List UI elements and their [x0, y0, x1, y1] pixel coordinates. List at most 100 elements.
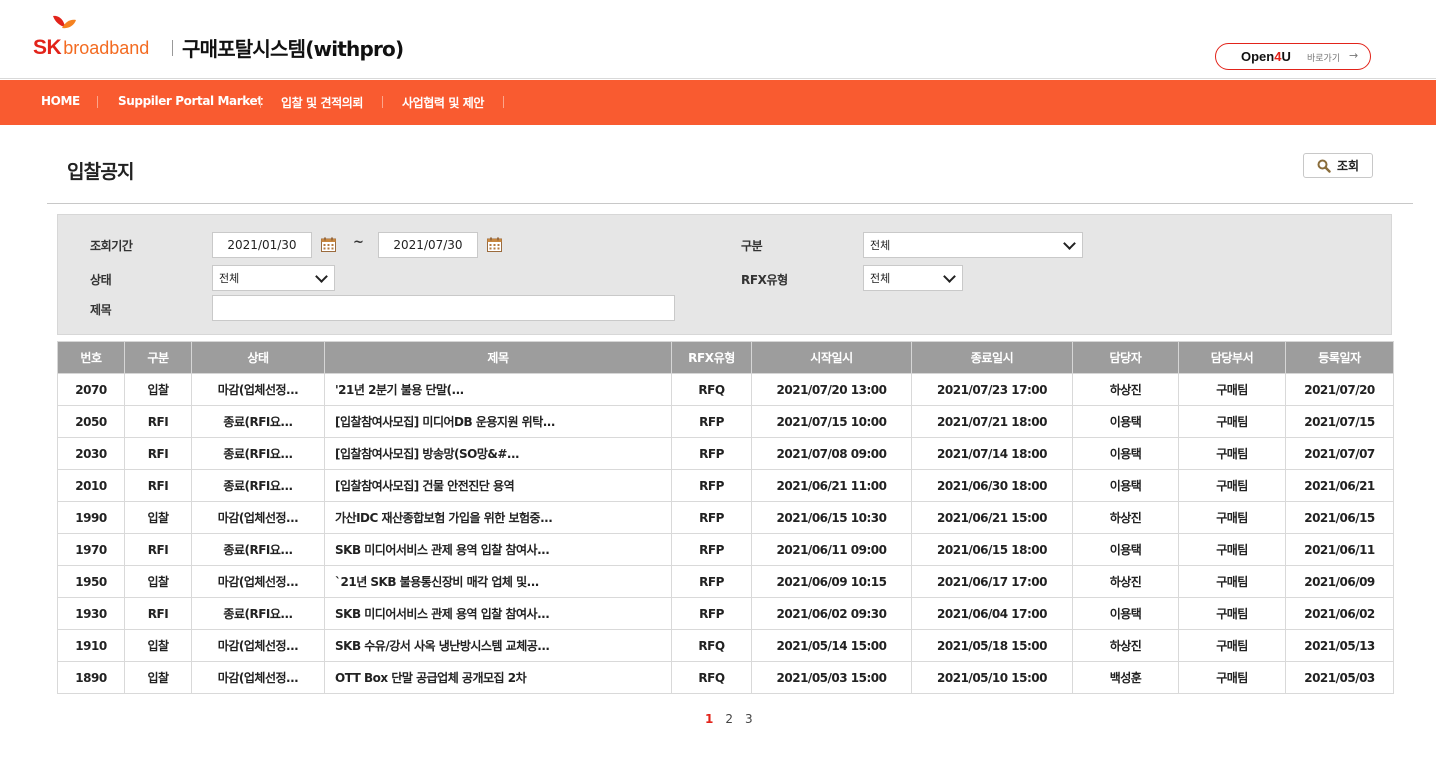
cell-department: 구매팀 [1178, 533, 1286, 566]
col-header-status: 상태 [191, 341, 325, 374]
cell-status: 종료(RFI요... [191, 597, 325, 630]
cell-department: 구매팀 [1178, 629, 1286, 662]
cell-status: 마감(업체선정... [191, 661, 325, 694]
rfx-type-select[interactable]: 전체 [863, 265, 963, 291]
cell-status: 종료(RFI요... [191, 437, 325, 470]
cell-number: 1950 [57, 565, 125, 598]
col-header-registered: 등록일자 [1285, 341, 1394, 374]
nav-item-supplier-portal[interactable]: Suppiler Portal Market [118, 94, 263, 108]
cell-registered: 2021/06/11 [1285, 533, 1394, 566]
table-body: 2070 입찰 마감(업체선정... '21년 2분기 불용 단말(... RFQ 202… [57, 373, 1394, 694]
cell-category: 입찰 [124, 373, 192, 406]
cell-manager: 이용택 [1072, 437, 1179, 470]
open4u-button[interactable]: Open4U 바로가기 → [1215, 43, 1371, 70]
cell-number: 1970 [57, 533, 125, 566]
cell-manager: 이용택 [1072, 469, 1179, 502]
cell-start: 2021/06/02 09:30 [751, 597, 912, 630]
cell-registered: 2021/07/20 [1285, 373, 1394, 406]
nav-divider [382, 96, 383, 108]
table-row[interactable]: 2070 입찰 마감(업체선정... '21년 2분기 불용 단말(... RFQ 202… [57, 373, 1394, 406]
search-button-label: 조회 [1336, 159, 1360, 173]
table-row[interactable]: 1890 입찰 마감(업체선정... OTT Box 단말 공급업체 공개모집 2차 R… [57, 661, 1394, 694]
cell-status: 마감(업체선정... [191, 565, 325, 598]
cell-category: 입찰 [124, 629, 192, 662]
pagination: 123 [705, 712, 753, 726]
cell-number: 1990 [57, 501, 125, 534]
cell-subject[interactable]: SKB 수유/강서 사옥 냉난방시스템 교체공... [324, 629, 672, 662]
calendar-icon[interactable] [321, 237, 336, 252]
subject-label: 제목 [90, 303, 112, 317]
cell-number: 1910 [57, 629, 125, 662]
butterfly-logo-icon [53, 15, 76, 29]
system-title: 구매포탈시스템(withpro) [182, 37, 404, 61]
cell-department: 구매팀 [1178, 565, 1286, 598]
search-button[interactable]: 조회 [1303, 153, 1373, 178]
cell-status: 종료(RFI요... [191, 533, 325, 566]
open4u-label: Open4U [1241, 49, 1291, 64]
cell-start: 2021/05/03 15:00 [751, 661, 912, 694]
nav-divider [503, 96, 504, 108]
cell-department: 구매팀 [1178, 405, 1286, 438]
sk-broadband-logo[interactable]: SK broadband [33, 14, 149, 58]
table-row[interactable]: 2050 RFI 종료(RFI요... [입찰참여사모집] 미디어DB 운용지원 위탁… [57, 405, 1394, 438]
cell-start: 2021/06/21 11:00 [751, 469, 912, 502]
table-row[interactable]: 1970 RFI 종료(RFI요... SKB 미디어서비스 관제 용역 입찰 참여사… [57, 533, 1394, 566]
cell-subject[interactable]: [입찰참여사모집] 방송망(SO망&#... [324, 437, 672, 470]
cell-number: 1930 [57, 597, 125, 630]
cell-subject[interactable]: '21년 2분기 불용 단말(... [324, 373, 672, 406]
cell-rfx-type: RFP [671, 597, 752, 630]
date-to-input[interactable] [378, 232, 478, 258]
cell-end: 2021/06/15 18:00 [911, 533, 1073, 566]
cell-department: 구매팀 [1178, 501, 1286, 534]
table-row[interactable]: 2010 RFI 종료(RFI요... [입찰참여사모집] 건물 안전진단 용역 RFP… [57, 469, 1394, 502]
table-row[interactable]: 1910 입찰 마감(업체선정... SKB 수유/강서 사옥 냉난방시스템 교체공.… [57, 629, 1394, 662]
table-row[interactable]: 1990 입찰 마감(업체선정... 가산IDC 재산종합보험 가입을 위한 보험중.… [57, 501, 1394, 534]
date-range-tilde: ~ [353, 235, 364, 250]
cell-rfx-type: RFP [671, 437, 752, 470]
cell-subject[interactable]: SKB 미디어서비스 관제 용역 입찰 참여사... [324, 597, 672, 630]
cell-subject[interactable]: [입찰참여사모집] 미디어DB 운용지원 위탁... [324, 405, 672, 438]
cell-department: 구매팀 [1178, 661, 1286, 694]
cell-manager: 백성훈 [1072, 661, 1179, 694]
cell-registered: 2021/07/07 [1285, 437, 1394, 470]
bid-notice-table: 번호 구분 상태 제목 RFX유형 시작일시 종료일시 담당자 담당부서 등록일… [57, 341, 1394, 694]
main-nav: HOME Suppiler Portal Market 입찰 및 견적의뢰 사업… [0, 80, 1436, 125]
cell-subject[interactable]: [입찰참여사모집] 건물 안전진단 용역 [324, 469, 672, 502]
cell-manager: 이용택 [1072, 597, 1179, 630]
nav-item-home[interactable]: HOME [41, 94, 80, 108]
category-select[interactable]: 전체 [863, 232, 1083, 258]
cell-status: 마감(업체선정... [191, 373, 325, 406]
cell-rfx-type: RFP [671, 469, 752, 502]
table-row[interactable]: 1950 입찰 마감(업체선정... `21년 SKB 불용통신장비 매각 업체 및.… [57, 565, 1394, 598]
page-link[interactable]: 2 [725, 712, 733, 726]
cell-subject[interactable]: `21년 SKB 불용통신장비 매각 업체 및... [324, 565, 672, 598]
cell-rfx-type: RFQ [671, 661, 752, 694]
nav-item-partnership[interactable]: 사업협력 및 제안 [402, 94, 484, 111]
cell-start: 2021/07/15 10:00 [751, 405, 912, 438]
cell-category: RFI [124, 405, 192, 438]
cell-end: 2021/06/17 17:00 [911, 565, 1073, 598]
status-select[interactable]: 전체 [212, 265, 335, 291]
table-header-row: 번호 구분 상태 제목 RFX유형 시작일시 종료일시 담당자 담당부서 등록일… [57, 341, 1394, 374]
cell-subject[interactable]: SKB 미디어서비스 관제 용역 입찰 참여사... [324, 533, 672, 566]
cell-end: 2021/05/18 15:00 [911, 629, 1073, 662]
nav-divider [97, 96, 98, 108]
category-label: 구분 [741, 239, 763, 253]
cell-department: 구매팀 [1178, 469, 1286, 502]
rfx-type-label: RFX유형 [741, 273, 788, 287]
subject-input[interactable] [212, 295, 675, 321]
page-link[interactable]: 1 [705, 712, 713, 726]
cell-subject[interactable]: 가산IDC 재산종합보험 가입을 위한 보험중... [324, 501, 672, 534]
date-from-input[interactable] [212, 232, 312, 258]
table-row[interactable]: 1930 RFI 종료(RFI요... SKB 미디어서비스 관제 용역 입찰 참여사… [57, 597, 1394, 630]
table-row[interactable]: 2030 RFI 종료(RFI요... [입찰참여사모집] 방송망(SO망&#... R… [57, 437, 1394, 470]
cell-subject[interactable]: OTT Box 단말 공급업체 공개모집 2차 [324, 661, 672, 694]
cell-start: 2021/07/20 13:00 [751, 373, 912, 406]
cell-manager: 하상진 [1072, 501, 1179, 534]
chevron-down-icon [1063, 236, 1076, 250]
nav-item-bidding[interactable]: 입찰 및 견적의뢰 [281, 94, 363, 111]
calendar-icon[interactable] [487, 237, 502, 252]
status-label: 상태 [90, 273, 112, 287]
cell-status: 마감(업체선정... [191, 501, 325, 534]
page-link[interactable]: 3 [745, 712, 753, 726]
